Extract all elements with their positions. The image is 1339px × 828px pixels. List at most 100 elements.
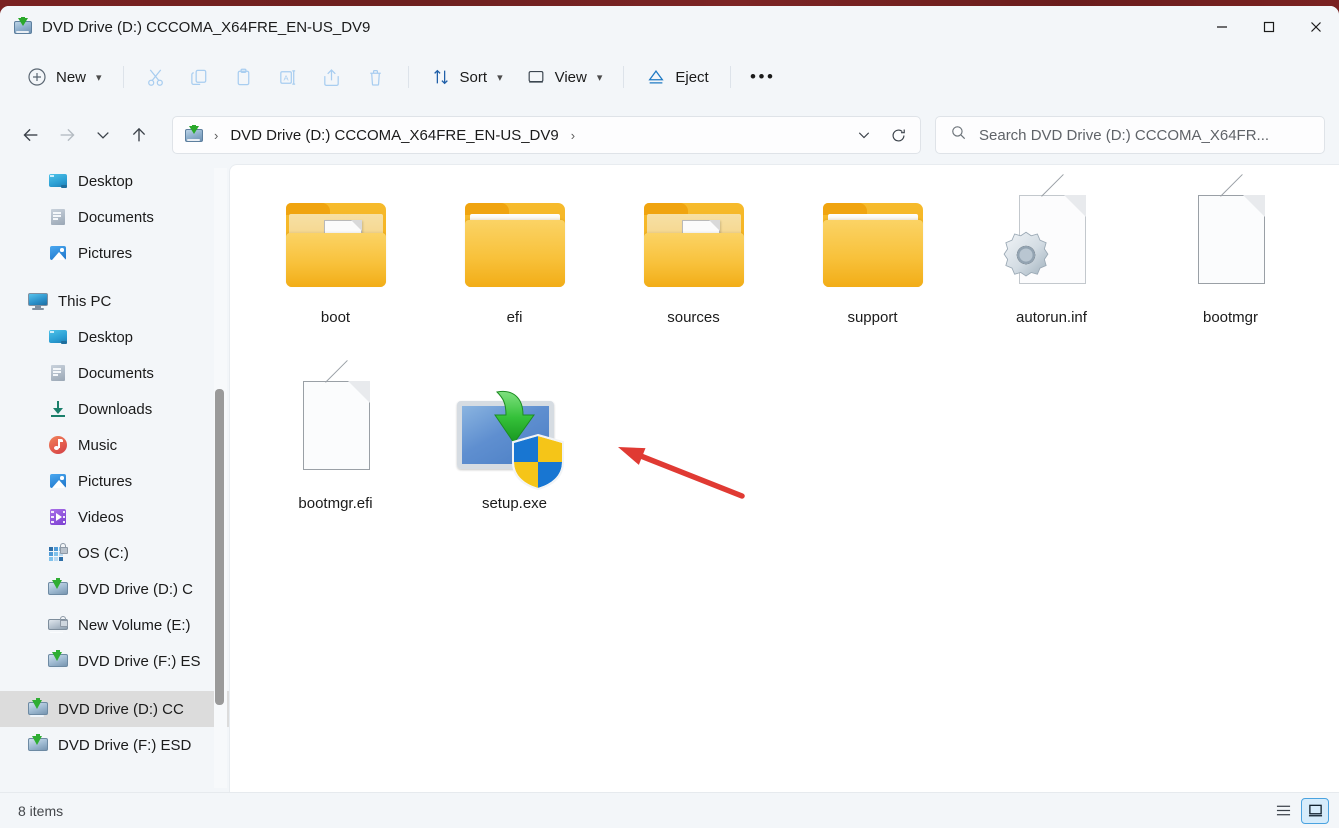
dvd-drive-icon xyxy=(28,734,48,755)
rename-button[interactable]: A xyxy=(267,59,309,95)
file-name-label: bootmgr.efi xyxy=(298,495,373,512)
file-name-label: efi xyxy=(506,309,523,326)
plus-circle-icon xyxy=(26,66,48,88)
file-item[interactable]: bootmgr.efi xyxy=(246,360,425,549)
delete-button[interactable] xyxy=(355,59,397,95)
harddisk-icon xyxy=(48,543,68,563)
close-button[interactable] xyxy=(1292,6,1339,48)
file-list-pane[interactable]: boot efi sources support autorun.inf bootmgr b… xyxy=(229,164,1339,792)
toolbar-separator xyxy=(623,66,625,88)
sidebar-item-label: This PC xyxy=(58,292,112,310)
forward-button[interactable] xyxy=(50,118,84,152)
navigation-group-spacer xyxy=(0,679,229,691)
file-item[interactable]: autorun.inf xyxy=(962,174,1141,363)
explorer-body: Desktop Documents Pictures This PC Desktop Do… xyxy=(0,164,1339,792)
address-dropdown-button[interactable] xyxy=(848,119,880,151)
sidebar-item-documents[interactable]: Documents xyxy=(0,355,229,391)
copy-icon xyxy=(189,66,211,88)
search-input[interactable]: Search DVD Drive (D:) CCCOMA_X64FR... xyxy=(979,127,1269,144)
chevron-down-icon: ▾ xyxy=(596,71,603,84)
see-more-button[interactable]: ••• xyxy=(742,59,784,95)
sidebar-item-os-c[interactable]: OS (C:) xyxy=(0,535,229,571)
refresh-button[interactable] xyxy=(882,119,914,151)
setup-executable-icon xyxy=(451,373,579,491)
eject-button[interactable]: Eject xyxy=(635,59,718,95)
chevron-down-icon: ▾ xyxy=(497,71,503,84)
music-icon xyxy=(48,435,68,455)
sidebar-item-this-pc[interactable]: This PC xyxy=(0,283,229,319)
dvd-drive-icon xyxy=(14,17,32,35)
sidebar-item-pictures[interactable]: Pictures xyxy=(0,235,229,271)
file-item[interactable]: support xyxy=(783,177,962,363)
sidebar-item-label: DVD Drive (D:) C xyxy=(78,580,193,598)
folder-icon xyxy=(272,187,400,305)
sidebar-item-new-volume-e[interactable]: New Volume (E:) xyxy=(0,607,229,643)
search-box[interactable]: Search DVD Drive (D:) CCCOMA_X64FR... xyxy=(935,116,1325,154)
navigation-group-spacer xyxy=(0,271,229,283)
desktop-icon xyxy=(48,327,68,347)
desktop-icon xyxy=(48,171,68,191)
file-grid: boot efi sources support autorun.inf bootmgr b… xyxy=(230,165,1339,549)
new-button[interactable]: New ▾ xyxy=(16,59,112,95)
downloads-icon xyxy=(48,399,68,419)
file-item[interactable]: efi xyxy=(425,177,604,363)
window-title: DVD Drive (D:) CCCOMA_X64FRE_EN-US_DV9 xyxy=(42,18,371,36)
address-bar-actions xyxy=(848,119,916,151)
minimize-button[interactable] xyxy=(1198,6,1245,48)
file-name-label: support xyxy=(847,309,898,326)
sidebar-item-downloads[interactable]: Downloads xyxy=(0,391,229,427)
sidebar-item-desktop[interactable]: Desktop xyxy=(0,319,229,355)
view-button[interactable]: View ▾ xyxy=(515,59,613,95)
back-button[interactable] xyxy=(14,118,48,152)
generic-file-icon xyxy=(272,360,400,491)
large-icons-view-button[interactable] xyxy=(1301,797,1329,824)
document-icon xyxy=(48,363,68,383)
document-icon xyxy=(48,207,68,227)
file-item[interactable]: setup.exe xyxy=(425,363,604,549)
up-button[interactable] xyxy=(122,118,156,152)
file-item[interactable]: boot xyxy=(246,177,425,363)
title-bar-left: DVD Drive (D:) CCCOMA_X64FRE_EN-US_DV9 xyxy=(0,17,1198,36)
eject-icon xyxy=(645,66,667,88)
dvd-drive-icon xyxy=(28,698,48,719)
sidebar-item-dvd-drive-f-esd[interactable]: DVD Drive (F:) ESD xyxy=(0,727,229,763)
sort-button[interactable]: Sort ▾ xyxy=(420,59,513,95)
sidebar-item-documents[interactable]: Documents xyxy=(0,199,229,235)
list-view-button[interactable] xyxy=(1269,798,1297,824)
share-button[interactable] xyxy=(311,59,353,95)
file-name-label: autorun.inf xyxy=(1016,309,1087,326)
sidebar-item-desktop[interactable]: Desktop xyxy=(0,164,229,199)
navigation-list: Desktop Documents Pictures This PC Desktop Do… xyxy=(0,164,229,763)
sidebar-item-dvd-drive-d-c[interactable]: DVD Drive (D:) C xyxy=(0,571,229,607)
breadcrumb-separator: › xyxy=(214,127,219,143)
cut-button[interactable] xyxy=(135,59,177,95)
svg-text:A: A xyxy=(284,73,290,82)
sidebar-scrollbar-thumb[interactable] xyxy=(215,389,224,705)
paste-button[interactable] xyxy=(223,59,265,95)
window-controls xyxy=(1198,6,1339,48)
address-bar[interactable]: › DVD Drive (D:) CCCOMA_X64FRE_EN-US_DV9… xyxy=(172,116,921,154)
sidebar-item-label: New Volume (E:) xyxy=(78,616,191,634)
command-bar: New ▾ A Sort ▾ View ▾ Eject ••• xyxy=(0,48,1339,106)
maximize-button[interactable] xyxy=(1245,6,1292,48)
uac-shield-icon xyxy=(511,434,564,490)
file-item[interactable]: bootmgr xyxy=(1141,174,1320,363)
copy-button[interactable] xyxy=(179,59,221,95)
sidebar-item-dvd-drive-f-es[interactable]: DVD Drive (F:) ES xyxy=(0,643,229,679)
empty-folder-icon xyxy=(451,187,579,305)
sidebar-item-videos[interactable]: Videos xyxy=(0,499,229,535)
status-bar: 8 items xyxy=(0,792,1339,828)
recent-locations-button[interactable] xyxy=(86,118,120,152)
sidebar-item-dvd-drive-d-cc[interactable]: DVD Drive (D:) CC xyxy=(0,691,229,727)
file-item[interactable]: sources xyxy=(604,177,783,363)
sidebar-item-music[interactable]: Music xyxy=(0,427,229,463)
title-bar: DVD Drive (D:) CCCOMA_X64FRE_EN-US_DV9 xyxy=(0,6,1339,48)
sidebar-scrollbar-track[interactable] xyxy=(214,168,227,788)
folder-icon xyxy=(630,187,758,305)
dvd-drive-icon xyxy=(185,125,203,143)
sidebar-item-pictures[interactable]: Pictures xyxy=(0,463,229,499)
rename-icon: A xyxy=(277,66,299,88)
breadcrumb-item[interactable]: DVD Drive (D:) CCCOMA_X64FRE_EN-US_DV9 xyxy=(225,123,563,148)
ellipsis-icon: ••• xyxy=(750,67,776,86)
toolbar-separator xyxy=(729,66,731,88)
